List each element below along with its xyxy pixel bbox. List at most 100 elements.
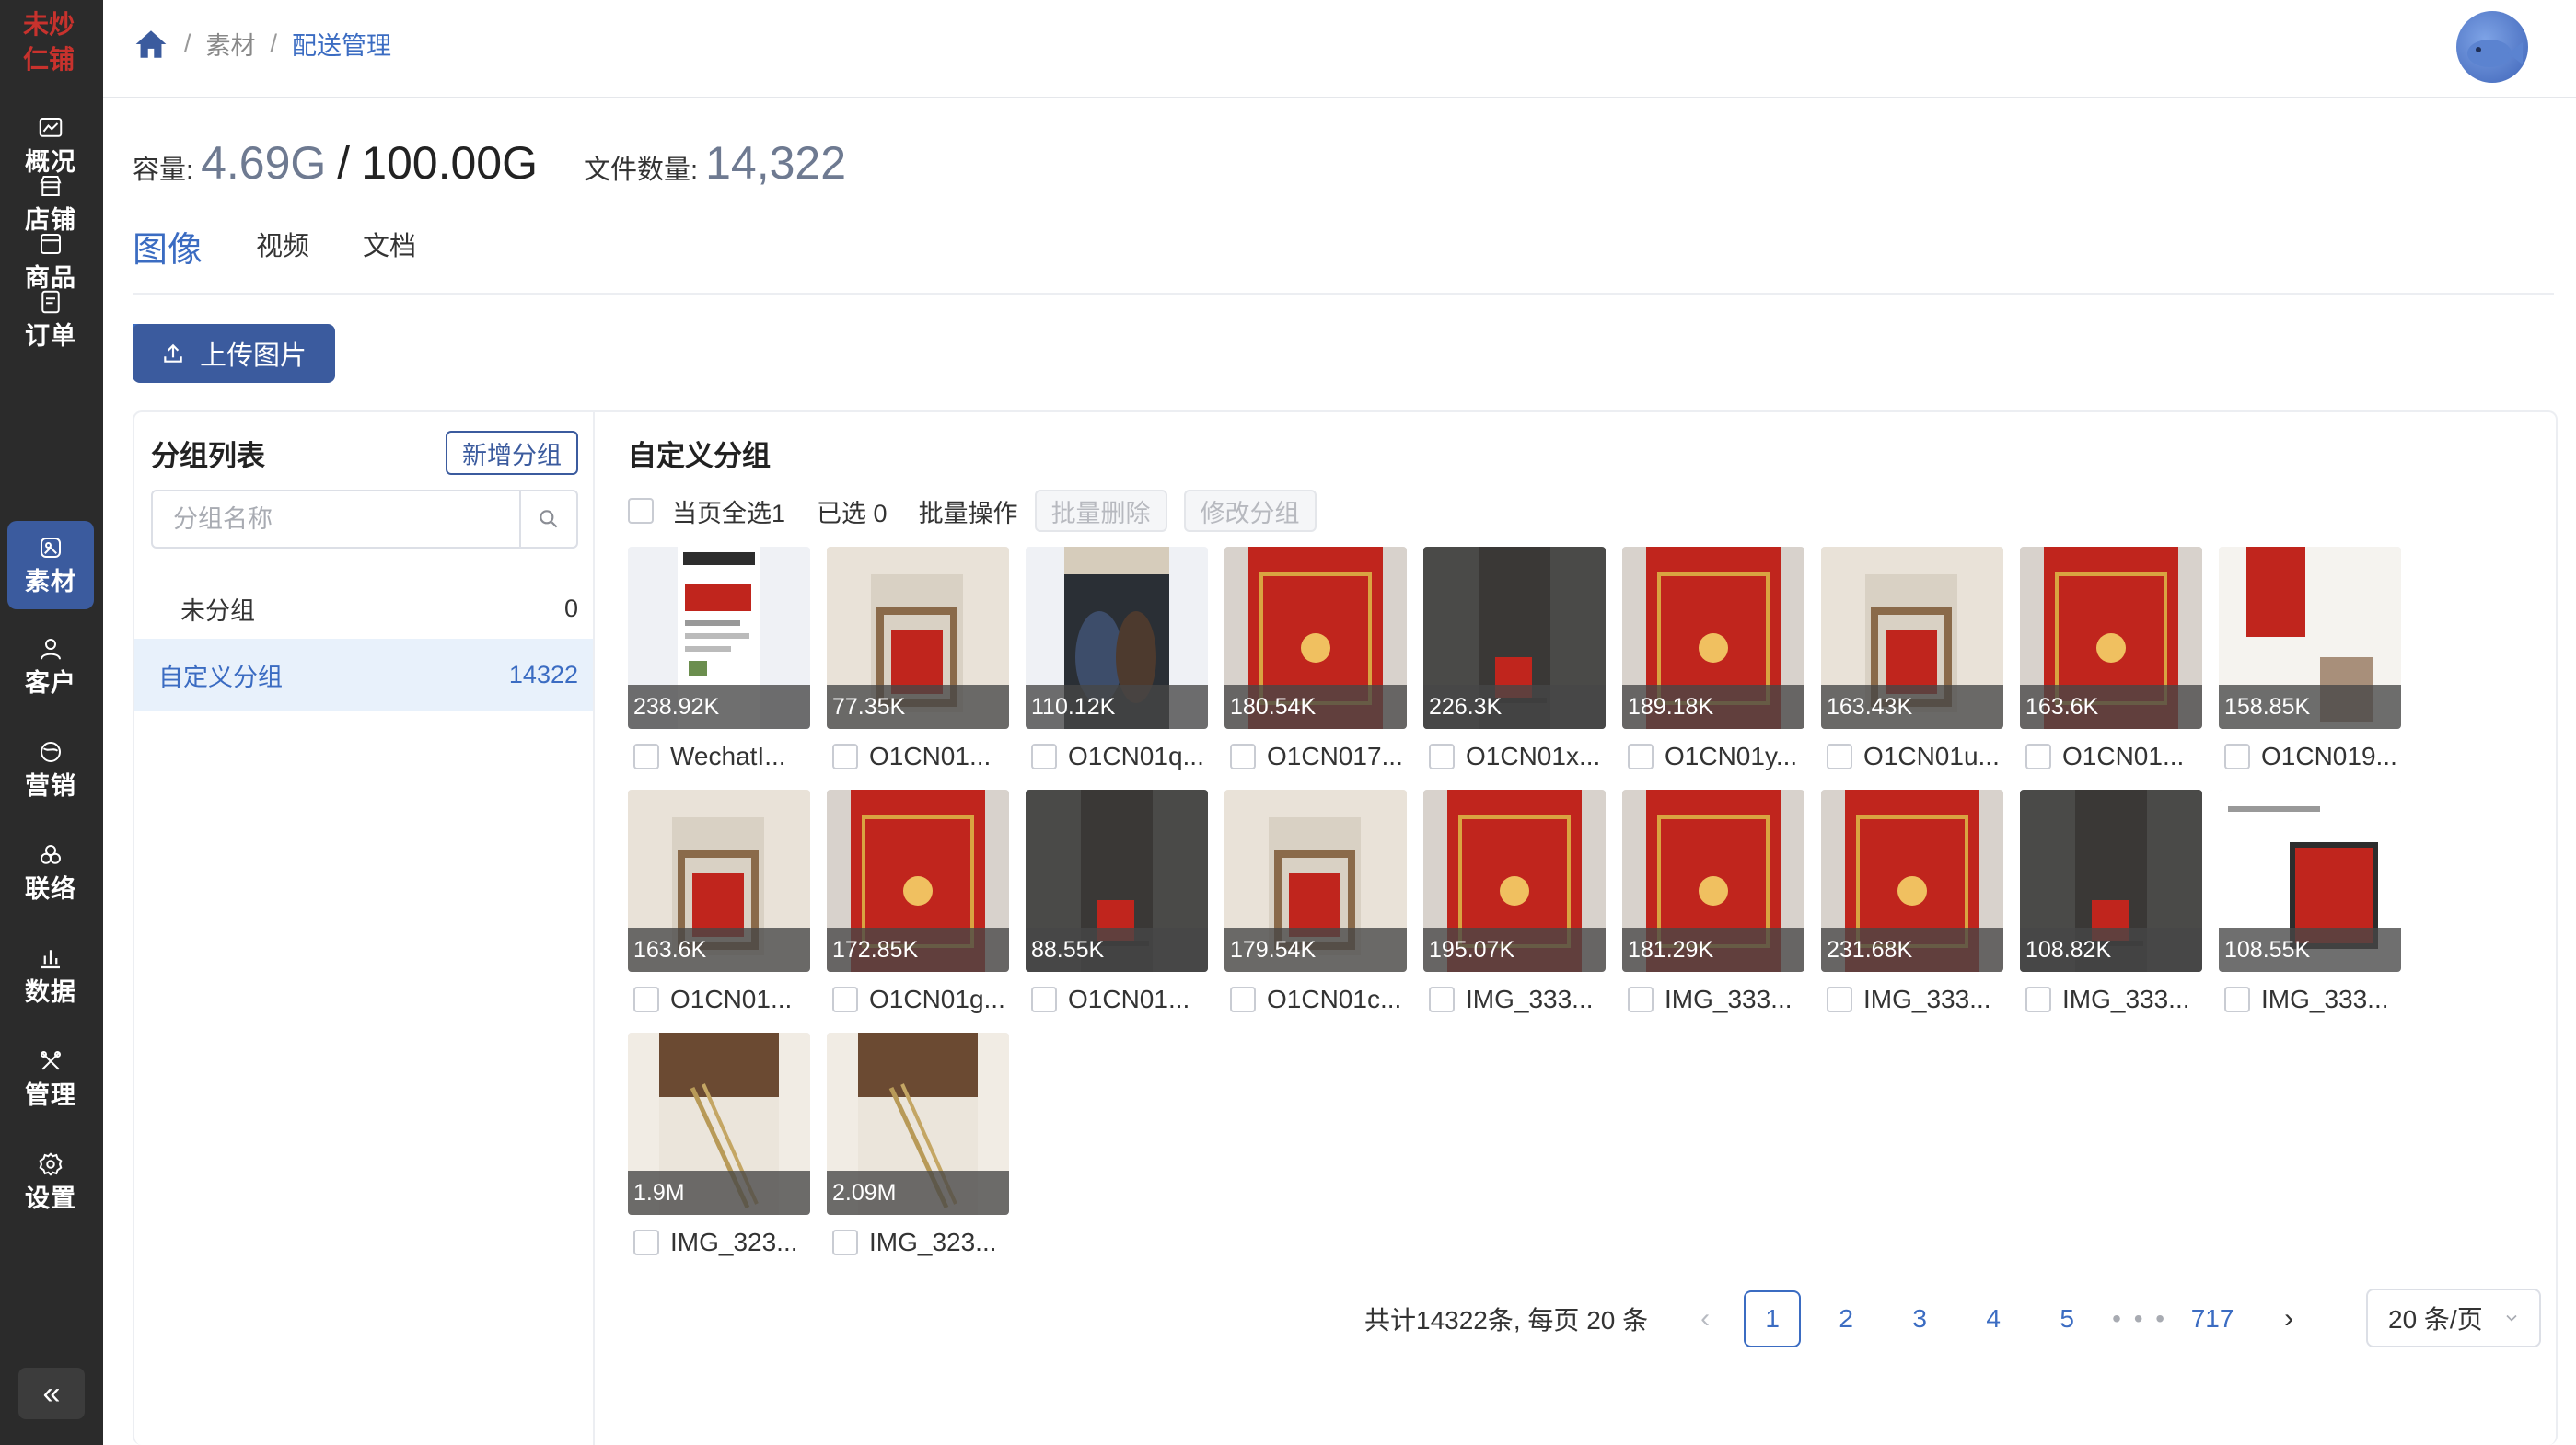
- image-select-checkbox[interactable]: [1827, 744, 1852, 769]
- nav-label: 数据: [25, 978, 76, 1006]
- nav-item-customer[interactable]: 客户: [7, 622, 94, 711]
- image-thumbnail[interactable]: 238.92K: [628, 547, 810, 729]
- image-thumbnail[interactable]: 110.12K: [1026, 547, 1208, 729]
- image-thumbnail[interactable]: 108.82K: [2020, 790, 2202, 972]
- nav-item-contact[interactable]: 联络: [7, 828, 94, 917]
- file-size-label: 77.35K: [827, 685, 1009, 729]
- add-group-button[interactable]: 新增分组: [446, 431, 578, 475]
- page-3-button[interactable]: 3: [1891, 1290, 1948, 1347]
- home-icon[interactable]: [133, 28, 169, 61]
- image-select-checkbox[interactable]: [832, 744, 858, 769]
- image-tile[interactable]: 110.12K O1CN01q...: [1026, 547, 1208, 777]
- image-select-checkbox[interactable]: [1429, 987, 1455, 1012]
- select-all-checkbox[interactable]: [628, 498, 654, 524]
- avatar[interactable]: [2456, 11, 2528, 83]
- tab-videos[interactable]: 视频: [256, 221, 309, 293]
- image-select-checkbox[interactable]: [2224, 744, 2250, 769]
- image-thumbnail[interactable]: 163.43K: [1821, 547, 2003, 729]
- image-tile[interactable]: 189.18K O1CN01y...: [1622, 547, 1804, 777]
- image-tile[interactable]: 180.54K O1CN017...: [1224, 547, 1407, 777]
- image-tile[interactable]: 77.35K O1CN01...: [827, 547, 1009, 777]
- image-thumbnail[interactable]: 189.18K: [1622, 547, 1804, 729]
- breadcrumb-item[interactable]: 素材: [206, 26, 256, 62]
- image-tile[interactable]: 238.92K WechatI...: [628, 547, 810, 777]
- group-item-custom[interactable]: 自定义分组 14322: [134, 639, 593, 711]
- image-thumbnail[interactable]: 195.07K: [1423, 790, 1606, 972]
- image-select-checkbox[interactable]: [633, 1230, 659, 1255]
- image-select-checkbox[interactable]: [1628, 744, 1654, 769]
- image-thumbnail[interactable]: 108.55K: [2219, 790, 2401, 972]
- image-tile[interactable]: 172.85K O1CN01g...: [827, 790, 1009, 1020]
- image-tile[interactable]: 158.85K O1CN019...: [2219, 547, 2401, 777]
- page-2-button[interactable]: 2: [1817, 1290, 1874, 1347]
- image-select-checkbox[interactable]: [2025, 987, 2051, 1012]
- image-tile[interactable]: 163.6K O1CN01...: [2020, 547, 2202, 777]
- select-all-label[interactable]: 当页全选1: [672, 493, 785, 529]
- image-thumbnail[interactable]: 180.54K: [1224, 547, 1407, 729]
- page-size-select[interactable]: 20 条/页: [2366, 1289, 2541, 1347]
- image-select-checkbox[interactable]: [633, 987, 659, 1012]
- image-tile[interactable]: 108.55K IMG_333...: [2219, 790, 2401, 1020]
- image-select-checkbox[interactable]: [633, 744, 659, 769]
- nav-item-settings[interactable]: 设置: [7, 1138, 94, 1226]
- pagination-ellipsis[interactable]: • • •: [2112, 1304, 2167, 1334]
- tab-images[interactable]: 图像: [133, 221, 203, 328]
- nav-item-data[interactable]: 数据: [7, 931, 94, 1020]
- image-select-checkbox[interactable]: [2025, 744, 2051, 769]
- page-1-button[interactable]: 1: [1744, 1290, 1802, 1347]
- nav-item-orders[interactable]: 订单: [7, 275, 94, 364]
- image-thumbnail[interactable]: 88.55K: [1026, 790, 1208, 972]
- image-select-checkbox[interactable]: [832, 987, 858, 1012]
- image-select-checkbox[interactable]: [1429, 744, 1455, 769]
- image-select-checkbox[interactable]: [2224, 987, 2250, 1012]
- image-tile[interactable]: 231.68K IMG_333...: [1821, 790, 2003, 1020]
- group-search-button[interactable]: [519, 491, 576, 547]
- nav-item-marketing[interactable]: 营销: [7, 725, 94, 814]
- image-tile[interactable]: 195.07K IMG_333...: [1423, 790, 1606, 1020]
- tab-documents[interactable]: 文档: [363, 221, 416, 293]
- image-tile[interactable]: 88.55K O1CN01...: [1026, 790, 1208, 1020]
- image-select-checkbox[interactable]: [1230, 744, 1256, 769]
- image-select-checkbox[interactable]: [1628, 987, 1654, 1012]
- image-tile[interactable]: 108.82K IMG_333...: [2020, 790, 2202, 1020]
- upload-image-button[interactable]: 上传图片: [133, 324, 335, 383]
- batch-delete-button[interactable]: 批量删除: [1034, 490, 1167, 532]
- image-thumbnail[interactable]: 181.29K: [1622, 790, 1804, 972]
- image-thumbnail[interactable]: 226.3K: [1423, 547, 1606, 729]
- image-tile[interactable]: 181.29K IMG_333...: [1622, 790, 1804, 1020]
- nav-item-material[interactable]: 素材: [7, 521, 94, 609]
- image-tile[interactable]: 2.09M IMG_323...: [827, 1033, 1009, 1263]
- image-tile[interactable]: 179.54K O1CN01c...: [1224, 790, 1407, 1020]
- image-thumbnail[interactable]: 1.9M: [628, 1033, 810, 1215]
- collapse-sidebar-button[interactable]: «: [18, 1368, 85, 1419]
- batch-operation-label: 批量操作: [918, 499, 1018, 527]
- group-search-input[interactable]: [153, 491, 521, 547]
- image-thumbnail[interactable]: 231.68K: [1821, 790, 2003, 972]
- image-thumbnail[interactable]: 163.6K: [2020, 547, 2202, 729]
- page-4-button[interactable]: 4: [1965, 1290, 2022, 1347]
- image-select-checkbox[interactable]: [1827, 987, 1852, 1012]
- image-select-checkbox[interactable]: [1031, 744, 1057, 769]
- brand-logo[interactable]: 未炒 仁铺: [9, 7, 88, 87]
- image-thumbnail[interactable]: 163.6K: [628, 790, 810, 972]
- group-item-ungrouped[interactable]: 未分组 0: [134, 572, 593, 644]
- image-thumbnail[interactable]: 77.35K: [827, 547, 1009, 729]
- image-thumbnail[interactable]: 179.54K: [1224, 790, 1407, 972]
- file-size-label: 172.85K: [827, 928, 1009, 972]
- image-tile[interactable]: 163.6K O1CN01...: [628, 790, 810, 1020]
- page-5-button[interactable]: 5: [2038, 1290, 2095, 1347]
- prev-page-icon[interactable]: ‹: [1688, 1303, 1722, 1335]
- image-tile[interactable]: 226.3K O1CN01x...: [1423, 547, 1606, 777]
- change-group-button[interactable]: 修改分组: [1183, 490, 1317, 532]
- next-page-icon[interactable]: ›: [2272, 1303, 2305, 1335]
- last-page-button[interactable]: 717: [2184, 1290, 2241, 1347]
- image-select-checkbox[interactable]: [1031, 987, 1057, 1012]
- nav-item-manage[interactable]: 管理: [7, 1035, 94, 1123]
- image-select-checkbox[interactable]: [1230, 987, 1256, 1012]
- image-select-checkbox[interactable]: [832, 1230, 858, 1255]
- image-tile[interactable]: 163.43K O1CN01u...: [1821, 547, 2003, 777]
- image-tile[interactable]: 1.9M IMG_323...: [628, 1033, 810, 1263]
- image-thumbnail[interactable]: 2.09M: [827, 1033, 1009, 1215]
- image-thumbnail[interactable]: 172.85K: [827, 790, 1009, 972]
- image-thumbnail[interactable]: 158.85K: [2219, 547, 2401, 729]
